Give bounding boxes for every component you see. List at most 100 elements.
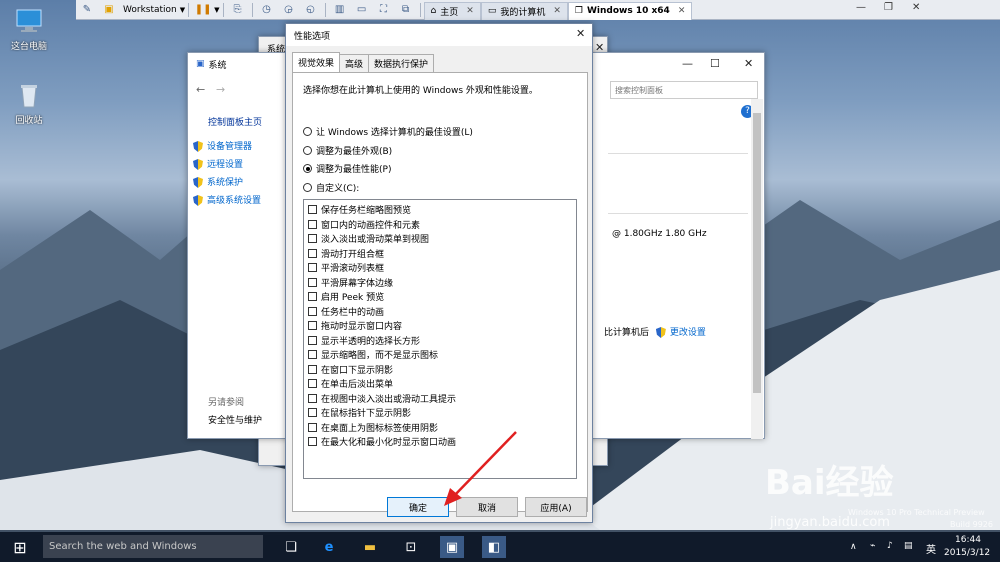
checkbox[interactable] [308,393,317,403]
control-panel-home-link[interactable]: 控制面板主页 [208,115,262,128]
scrollbar[interactable] [751,99,763,439]
desktop-icon-this-pc[interactable]: 这台电脑 [4,8,54,52]
chevron-up-icon[interactable]: ∧ [850,542,857,552]
effect-checkbox-row[interactable]: 平滑屏幕字体边缘 [308,276,393,289]
checkbox[interactable] [308,364,317,374]
option-let-windows-choose[interactable]: 让 Windows 选择计算机的最佳设置(L) [303,125,473,138]
checkbox[interactable] [308,277,317,287]
checkbox[interactable] [308,335,317,345]
send-keys-icon[interactable]: ⎘ [229,2,247,18]
pause-icon[interactable]: ❚❚ [194,2,212,18]
checkbox[interactable] [308,219,317,229]
effect-checkbox-row[interactable]: 滑动打开组合框 [308,247,384,260]
revert-snapshot-icon[interactable]: ◶ [280,2,298,18]
tab-advanced[interactable]: 高级 [339,54,370,72]
snapshot-icon[interactable]: ◷ [258,2,276,18]
tab-home[interactable]: ⌂ 主页 ✕ [423,1,481,20]
radio-button[interactable] [303,146,312,155]
close-icon[interactable]: ✕ [678,6,686,16]
minimize-icon[interactable]: — [682,57,693,70]
tab-visual-effects[interactable]: 视觉效果 [292,52,341,72]
restore-icon[interactable]: ❐ [884,2,893,13]
volume-icon[interactable]: ♪ [887,541,893,551]
tab-my-computer[interactable]: ▭ 我的计算机 ✕ [480,1,568,20]
unity-icon[interactable]: ⧉ [397,2,415,18]
checkbox[interactable] [308,437,317,446]
checkbox[interactable] [308,292,317,301]
search-input[interactable]: 搜索控制面板 [610,81,758,99]
effect-checkbox-row[interactable]: 在窗口下显示阴影 [308,363,393,376]
file-explorer-icon[interactable]: ▬ [358,536,382,558]
effect-checkbox-row[interactable]: 在单击后淡出菜单 [308,377,393,390]
close-icon[interactable]: ✕ [912,2,920,13]
option-best-appearance[interactable]: 调整为最佳外观(B) [303,144,392,157]
sidebar-item-remote[interactable]: 远程设置 [193,157,243,170]
chevron-down-icon[interactable]: ▼ [214,6,219,14]
close-icon[interactable]: ✕ [576,27,585,40]
security-maintenance-link[interactable]: 安全性与维护 [208,413,262,426]
system-taskbar-icon[interactable]: ◧ [482,536,506,558]
sidebar-item-device-manager[interactable]: 设备管理器 [193,139,252,152]
effect-checkbox-row[interactable]: 淡入淡出或滑动菜单到视图 [308,232,429,245]
radio-button[interactable] [303,164,312,173]
effect-checkbox-row[interactable]: 显示缩略图，而不是显示图标 [308,348,438,361]
scrollbar-thumb[interactable] [753,113,761,393]
forward-arrow-icon[interactable]: → [216,83,225,96]
task-view-icon[interactable]: ❏ [279,536,303,558]
start-button[interactable]: ⊞ [8,536,32,558]
workstation-menu[interactable]: Workstation [123,5,177,15]
effect-checkbox-row[interactable]: 在鼠标指针下显示阴影 [308,406,411,419]
sidebar-item-advanced[interactable]: 高级系统设置 [193,193,261,206]
effect-checkbox-row[interactable]: 显示半透明的选择长方形 [308,334,420,347]
checkbox[interactable] [308,379,317,388]
checkbox[interactable] [308,321,317,330]
checkbox[interactable] [308,205,317,214]
effect-checkbox-row[interactable]: 任务栏中的动画 [308,305,384,318]
effect-checkbox-row[interactable]: 窗口内的动画控件和元素 [308,218,420,231]
tab-windows10[interactable]: ❐ Windows 10 x64 ✕ [567,1,693,20]
thumbnail-icon[interactable]: ▭ [353,2,371,18]
network-icon[interactable]: ⌁ [870,541,875,551]
clock-time[interactable]: 16:44 [955,535,981,545]
option-best-performance[interactable]: 调整为最佳性能(P) [303,162,391,175]
clock-date[interactable]: 2015/3/12 [944,548,990,558]
control-panel-icon[interactable]: ▣ [440,536,464,558]
effect-checkbox-row[interactable]: 保存任务栏缩略图预览 [308,203,411,216]
sidebar-toggle-icon[interactable]: ▥ [331,2,349,18]
checkbox[interactable] [308,350,317,359]
sidebar-item-protection[interactable]: 系统保护 [193,175,243,188]
checkbox[interactable] [308,263,317,272]
checkbox[interactable] [308,248,317,258]
taskbar-search-input[interactable]: Search the web and Windows [43,535,263,558]
close-icon[interactable]: ✕ [466,6,474,16]
close-icon[interactable]: ✕ [744,57,753,70]
checkbox[interactable] [308,422,317,432]
store-icon[interactable]: ⊡ [399,536,423,558]
minimize-icon[interactable]: — [856,2,866,13]
effect-checkbox-row[interactable]: 拖动时显示窗口内容 [308,319,402,332]
fullscreen-icon[interactable]: ⛶ [375,2,393,18]
chevron-down-icon[interactable]: ▼ [180,6,185,14]
maximize-icon[interactable]: ☐ [710,57,720,70]
effect-checkbox-row[interactable]: 平滑滚动列表框 [308,261,384,274]
radio-button[interactable] [303,183,312,192]
desktop-icon-recycle-bin[interactable]: 回收站 [4,82,54,126]
option-custom[interactable]: 自定义(C): [303,181,359,194]
checkbox[interactable] [308,306,317,316]
effect-checkbox-row[interactable]: 在桌面上为图标标签使用阴影 [308,421,438,434]
change-settings-row[interactable]: 比计算机后 更改设置 [604,325,706,338]
snapshot-manager-icon[interactable]: ◵ [302,2,320,18]
effect-checkbox-row[interactable]: 启用 Peek 预览 [308,290,384,303]
checkbox[interactable] [308,234,317,243]
checkbox[interactable] [308,408,317,417]
pin-icon[interactable]: ✎ [78,2,96,18]
effect-checkbox-row[interactable]: 在视图中淡入淡出或滑动工具提示 [308,392,456,405]
ime-indicator[interactable]: 英 [926,541,936,556]
back-arrow-icon[interactable]: ← [196,83,205,96]
notification-icon[interactable]: ▤ [904,541,913,551]
tab-dep[interactable]: 数据执行保护 [368,54,435,72]
apply-button[interactable]: 应用(A) [525,497,587,517]
ie-icon[interactable]: e [317,536,341,558]
close-icon[interactable]: ✕ [553,6,561,16]
radio-button[interactable] [303,127,312,136]
